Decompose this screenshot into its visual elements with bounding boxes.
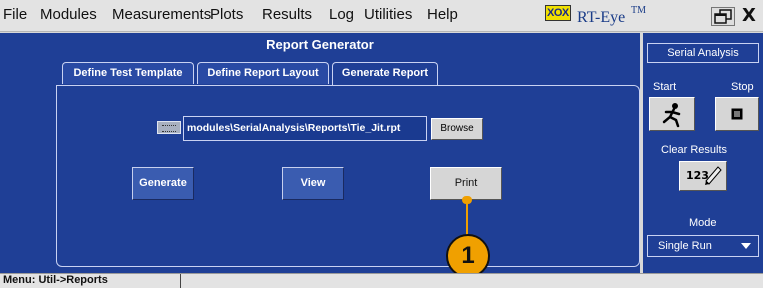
menu-help[interactable]: Help	[427, 6, 458, 23]
eraser-pencil-icon	[705, 166, 722, 185]
menu-utilities[interactable]: Utilities	[364, 6, 412, 23]
menu-results[interactable]: Results	[262, 6, 312, 23]
running-man-icon	[662, 103, 681, 128]
report-generator-panel: Report Generator Define Test Template De…	[0, 33, 640, 273]
browse-button[interactable]: Browse	[431, 118, 483, 140]
restore-icon	[714, 9, 732, 24]
status-text: Menu: Util->Reports	[3, 274, 108, 286]
generate-button[interactable]: Generate	[132, 167, 194, 200]
serial-analysis-panel: Serial Analysis Start Stop Clear Results…	[643, 33, 763, 273]
mode-value: Single Run	[658, 240, 712, 252]
trademark-mark: TM	[631, 5, 646, 16]
clear-results-button[interactable]: 123	[679, 161, 727, 191]
start-label: Start	[653, 81, 677, 93]
tab-define-report-layout[interactable]: Define Report Layout	[197, 62, 329, 84]
stop-label: Stop	[731, 81, 754, 93]
view-button[interactable]: View	[282, 167, 344, 200]
panel-title: Report Generator	[266, 37, 374, 52]
report-path-field[interactable]: modules\SerialAnalysis\Reports\Tie_Jit.r…	[183, 116, 427, 141]
callout-number: 1	[446, 234, 490, 278]
stop-square-icon	[731, 108, 743, 120]
menu-log[interactable]: Log	[329, 6, 354, 23]
app-name: RT-Eye	[577, 9, 626, 26]
start-button[interactable]	[649, 97, 695, 131]
window-restore-button[interactable]	[711, 7, 735, 26]
logo-text: XOX	[547, 7, 569, 19]
status-divider	[180, 274, 181, 288]
window-close-button[interactable]: X	[742, 5, 756, 26]
chevron-down-icon	[741, 243, 751, 249]
stop-button[interactable]	[715, 97, 759, 131]
menu-modules[interactable]: Modules	[40, 6, 97, 23]
menu-file[interactable]: File	[3, 6, 27, 23]
menu-measurements[interactable]: Measurements	[112, 6, 211, 23]
app-logo: XOX RT-Eye TM	[545, 5, 685, 29]
mode-select[interactable]: Single Run	[647, 235, 759, 257]
logo-badge: XOX	[545, 5, 571, 21]
mode-label: Mode	[689, 217, 717, 229]
serial-analysis-title: Serial Analysis	[647, 43, 759, 63]
clear-results-label: Clear Results	[661, 144, 728, 156]
file-icon[interactable]	[157, 121, 181, 134]
menu-bar: File Modules Measurements Plots Results …	[0, 0, 763, 32]
callout-pointer	[462, 196, 472, 204]
tab-define-test-template[interactable]: Define Test Template	[62, 62, 194, 84]
menu-plots[interactable]: Plots	[210, 6, 243, 23]
status-bar: Menu: Util->Reports	[0, 273, 763, 288]
tab-generate-report[interactable]: Generate Report	[332, 62, 438, 86]
